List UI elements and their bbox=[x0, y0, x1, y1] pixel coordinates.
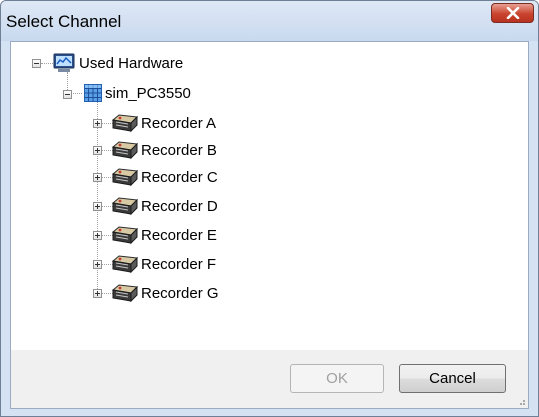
recorder-icon bbox=[111, 255, 139, 274]
channel-tree[interactable]: Used Hardware sim_PC3550 Recorder A Reco… bbox=[11, 42, 528, 350]
grid-device-icon bbox=[84, 84, 102, 102]
recorder-icon bbox=[111, 141, 139, 160]
tree-node-recorder-g[interactable]: Recorder G bbox=[141, 282, 219, 304]
tree-node-recorder-a[interactable]: Recorder A bbox=[141, 112, 216, 134]
tree-node-label: Used Hardware bbox=[79, 54, 184, 72]
tree-node-label: Recorder B bbox=[141, 141, 217, 159]
tree-node-label: sim_PC3550 bbox=[105, 84, 191, 102]
hardware-monitor-icon bbox=[53, 53, 75, 72]
dialog-body: Used Hardware sim_PC3550 Recorder A Reco… bbox=[10, 41, 529, 409]
tree-node-sim-pc3550[interactable]: sim_PC3550 bbox=[105, 82, 191, 104]
expand-toggle-recorder-f[interactable] bbox=[93, 260, 102, 269]
tree-node-label: Recorder E bbox=[141, 226, 217, 244]
tree-node-recorder-e[interactable]: Recorder E bbox=[141, 224, 217, 246]
title-bar[interactable]: Select Channel bbox=[1, 1, 538, 41]
ok-button[interactable]: OK bbox=[290, 364, 384, 393]
select-channel-dialog: Select Channel Used Hardware sim_PC3550 … bbox=[0, 0, 539, 417]
expand-toggle-used-hardware[interactable] bbox=[32, 59, 41, 68]
tree-node-label: Recorder C bbox=[141, 168, 218, 186]
cancel-button[interactable]: Cancel bbox=[399, 364, 506, 393]
recorder-icon bbox=[111, 226, 139, 245]
dialog-title: Select Channel bbox=[6, 12, 122, 31]
expand-toggle-recorder-a[interactable] bbox=[93, 119, 102, 128]
tree-node-recorder-f[interactable]: Recorder F bbox=[141, 253, 216, 275]
expand-toggle-recorder-d[interactable] bbox=[93, 202, 102, 211]
tree-node-label: Recorder F bbox=[141, 255, 217, 273]
recorder-icon bbox=[111, 168, 139, 187]
tree-node-used-hardware[interactable]: Used Hardware bbox=[79, 52, 183, 74]
expand-toggle-recorder-g[interactable] bbox=[93, 289, 102, 298]
expand-toggle-recorder-b[interactable] bbox=[93, 146, 102, 155]
expand-toggle-recorder-c[interactable] bbox=[93, 173, 102, 182]
resize-grip-icon[interactable] bbox=[516, 396, 526, 406]
expand-toggle-recorder-e[interactable] bbox=[93, 231, 102, 240]
close-button[interactable] bbox=[491, 3, 534, 23]
expand-toggle-sim-pc3550[interactable] bbox=[63, 90, 72, 99]
tree-node-recorder-c[interactable]: Recorder C bbox=[141, 166, 218, 188]
close-icon bbox=[506, 7, 520, 19]
tree-node-recorder-b[interactable]: Recorder B bbox=[141, 139, 217, 161]
recorder-icon bbox=[111, 197, 139, 216]
tree-node-label: Recorder G bbox=[141, 284, 219, 302]
tree-node-recorder-d[interactable]: Recorder D bbox=[141, 195, 218, 217]
recorder-icon bbox=[111, 114, 139, 133]
recorder-icon bbox=[111, 284, 139, 303]
tree-node-label: Recorder D bbox=[141, 197, 218, 215]
tree-node-label: Recorder A bbox=[141, 114, 217, 132]
